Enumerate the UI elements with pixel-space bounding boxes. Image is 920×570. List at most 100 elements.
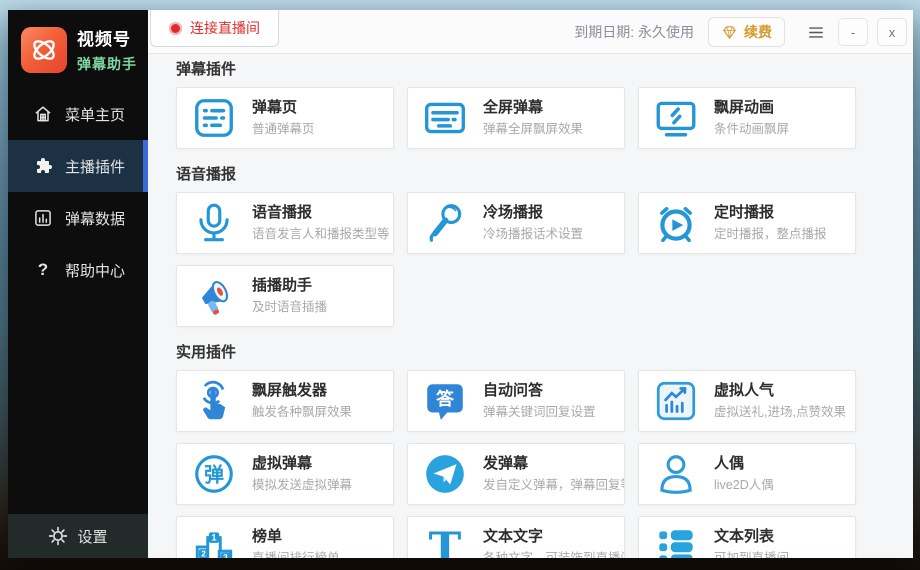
float-trigger-icon [191, 378, 237, 424]
svg-text:答: 答 [436, 388, 454, 409]
card-subtitle: 弹幕关键词回复设置 [483, 405, 596, 419]
text-icon: T [422, 524, 468, 558]
card-subtitle: 定时播报，整点播报 [714, 227, 827, 241]
card-virtual-danmaku[interactable]: 弹 虚拟弹幕 模拟发送虚拟弹幕 [176, 443, 394, 505]
card-title: 飘屏动画 [714, 99, 775, 116]
interlude-assistant-icon [191, 273, 237, 319]
card-title: 冷场播报 [483, 204, 544, 221]
avatar-icon [653, 451, 699, 497]
card-title: 飘屏触发器 [252, 382, 328, 399]
svg-text:T: T [429, 524, 462, 558]
sidebar-item-danmaku-data[interactable]: 弹幕数据 [8, 192, 148, 244]
card-title: 虚拟弹幕 [252, 455, 313, 472]
topbar: 连接直播间 到期日期: 永久使用 续费 - x [148, 10, 913, 54]
card-voice-broadcast[interactable]: 语音播报 语音发言人和播报类型等 [176, 192, 394, 254]
card-subtitle: 发自定义弹幕，弹幕回复等 [483, 478, 624, 492]
hamburger-menu-button[interactable] [803, 19, 829, 45]
voice-broadcast-icon [191, 200, 237, 246]
svg-text:弹: 弹 [204, 463, 224, 486]
card-title: 文本文字 [483, 528, 544, 545]
app-subtitle: 弹幕助手 [77, 56, 137, 72]
float-animation-icon [653, 95, 699, 141]
card-subtitle: 各种文字，可装饰到直播间 [483, 551, 624, 558]
card-title: 榜单 [252, 528, 283, 545]
sidebar-item-help[interactable]: ? 帮助中心 [8, 244, 148, 296]
card-subtitle: 模拟发送虚拟弹幕 [252, 478, 353, 492]
card-subtitle: 及时语音插播 [252, 300, 328, 314]
question-glyph: ? [37, 260, 49, 279]
section-title: 弹幕插件 [176, 61, 237, 78]
renew-button[interactable]: 续费 [708, 17, 785, 47]
section-danmaku-plugins: 弹幕插件 弹幕页 普通弹幕页 全屏弹幕 弹幕全屏飘屏效果 飘屏动画 条件动画飘屏 [176, 60, 913, 149]
card-danmaku-page[interactable]: 弹幕页 普通弹幕页 [176, 87, 394, 149]
card-subtitle: 直播间排行榜单 [252, 551, 340, 558]
virtual-popularity-icon [653, 378, 699, 424]
sidebar-item-label: 主播插件 [65, 158, 126, 176]
card-subtitle: live2D人偶 [714, 478, 774, 492]
gear-icon [48, 526, 68, 546]
ranking-icon: 1 2 3 [191, 524, 237, 558]
app-logo: 视频号 弹幕助手 [8, 10, 148, 74]
card-title: 全屏弹幕 [483, 99, 544, 116]
card-subtitle: 虚拟送礼,进场,点赞效果 [714, 405, 846, 419]
topbar-right-group: 到期日期: 永久使用 续费 - x [574, 10, 913, 54]
connect-live-button[interactable]: 连接直播间 [150, 10, 279, 47]
card-title: 文本列表 [714, 528, 775, 545]
card-title: 定时播报 [714, 204, 775, 221]
card-subtitle: 可加到直播间 [714, 551, 790, 558]
sidebar-item-label: 菜单主页 [65, 106, 126, 124]
virtual-danmaku-icon: 弹 [191, 451, 237, 497]
connect-live-label: 连接直播间 [190, 20, 260, 36]
card-title: 插播助手 [252, 277, 313, 294]
settings-label: 设置 [77, 528, 108, 546]
svg-text:1: 1 [212, 533, 217, 543]
cold-broadcast-icon [422, 200, 468, 246]
card-cold-broadcast[interactable]: 冷场播报 冷场播报话术设置 [407, 192, 625, 254]
card-auto-qa[interactable]: 答 自动问答 弹幕关键词回复设置 [407, 370, 625, 432]
card-subtitle: 条件动画飘屏 [714, 122, 790, 136]
renew-label: 续费 [744, 24, 772, 40]
card-subtitle: 语音发言人和播报类型等 [252, 227, 390, 241]
section-title: 实用插件 [176, 344, 237, 361]
card-title: 发弹幕 [483, 455, 529, 472]
card-send-danmaku[interactable]: 发弹幕 发自定义弹幕，弹幕回复等 [407, 443, 625, 505]
timed-broadcast-icon [653, 200, 699, 246]
question-mark-icon: ? [33, 260, 53, 280]
card-interlude-assistant[interactable]: 插播助手 及时语音插播 [176, 265, 394, 327]
card-float-trigger[interactable]: 飘屏触发器 触发各种飘屏效果 [176, 370, 394, 432]
record-dot-icon [169, 21, 182, 35]
card-timed-broadcast[interactable]: 定时播报 定时播报，整点播报 [638, 192, 856, 254]
card-text-list[interactable]: 文本列表 可加到直播间 [638, 516, 856, 558]
section-utility-plugins: 实用插件 飘屏触发器 触发各种飘屏效果 答 自动问答 弹幕关键词回复设置 虚拟人… [176, 343, 913, 558]
sidebar-item-home[interactable]: 菜单主页 [8, 88, 148, 140]
send-danmaku-icon [422, 451, 468, 497]
card-subtitle: 触发各种飘屏效果 [252, 405, 353, 419]
card-float-animation[interactable]: 飘屏动画 条件动画飘屏 [638, 87, 856, 149]
sidebar: 视频号 弹幕助手 菜单主页 主播插件 弹幕数据 ? 帮助中心 设置 [8, 10, 148, 558]
app-title: 视频号 [77, 30, 131, 49]
sidebar-item-plugins[interactable]: 主播插件 [8, 140, 148, 192]
card-title: 语音播报 [252, 204, 313, 221]
card-avatar[interactable]: 人偶 live2D人偶 [638, 443, 856, 505]
card-subtitle: 冷场播报话术设置 [483, 227, 584, 241]
card-text-label[interactable]: T 文本文字 各种文字，可装饰到直播间 [407, 516, 625, 558]
card-ranking[interactable]: 1 2 3 榜单 直播间排行榜单 [176, 516, 394, 558]
sidebar-item-label: 弹幕数据 [65, 210, 126, 228]
plugins-panel: 弹幕插件 弹幕页 普通弹幕页 全屏弹幕 弹幕全屏飘屏效果 飘屏动画 条件动画飘屏… [148, 54, 913, 558]
card-title: 人偶 [714, 455, 745, 472]
minimize-button[interactable]: - [838, 18, 868, 46]
home-icon [33, 104, 53, 124]
sidebar-item-label: 帮助中心 [65, 262, 126, 280]
main-column: 连接直播间 到期日期: 永久使用 续费 - x 弹幕插件 弹幕页 普通弹幕页 全… [148, 10, 913, 558]
sidebar-item-settings[interactable]: 设置 [8, 514, 148, 558]
card-fullscreen-danmaku[interactable]: 全屏弹幕 弹幕全屏飘屏效果 [407, 87, 625, 149]
channels-logo-icon [21, 26, 67, 73]
card-title: 自动问答 [483, 382, 544, 399]
close-button[interactable]: x [877, 18, 907, 46]
card-virtual-popularity[interactable]: 虚拟人气 虚拟送礼,进场,点赞效果 [638, 370, 856, 432]
card-title: 弹幕页 [252, 99, 298, 116]
danmaku-page-icon [191, 95, 237, 141]
section-title: 语音播报 [176, 166, 237, 183]
svg-text:3: 3 [223, 552, 228, 558]
app-window: 视频号 弹幕助手 菜单主页 主播插件 弹幕数据 ? 帮助中心 设置 连接直播间 … [8, 10, 913, 558]
